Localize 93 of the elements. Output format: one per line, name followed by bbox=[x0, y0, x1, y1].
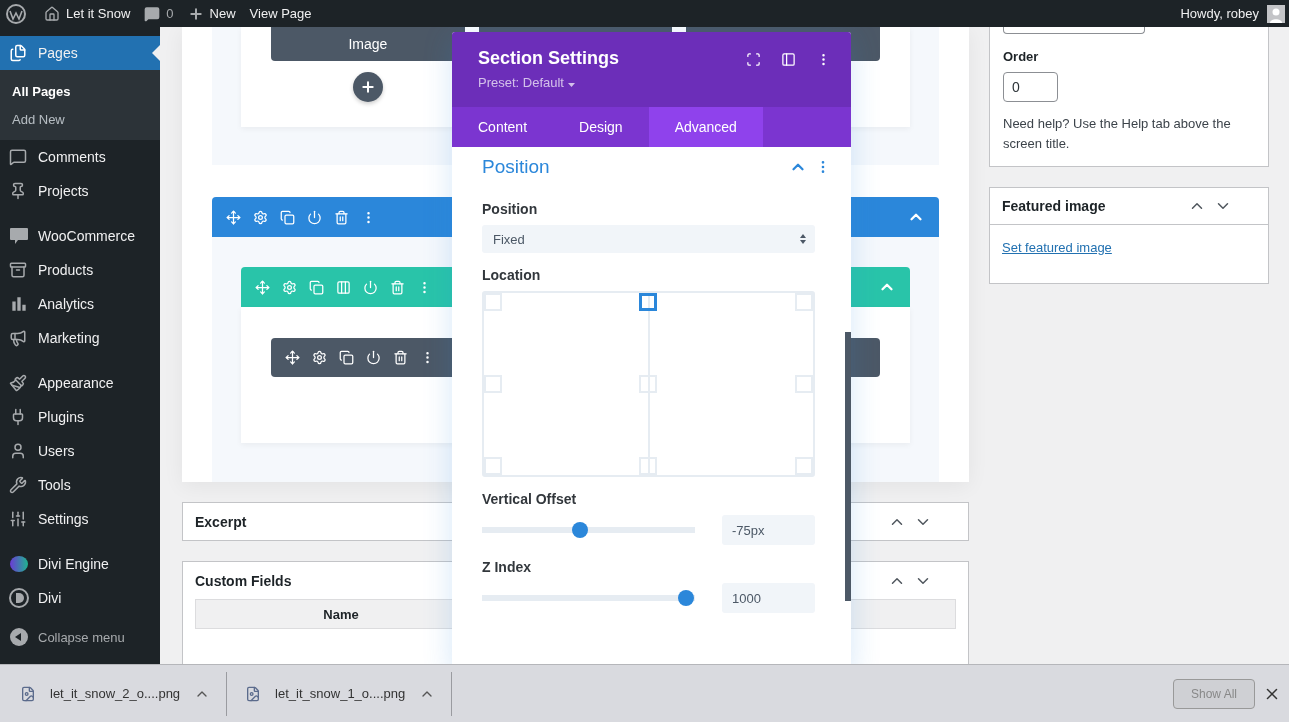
submenu-item[interactable]: All Pages bbox=[0, 77, 160, 105]
sidebar-item[interactable]: Projects bbox=[0, 174, 160, 208]
file-icon bbox=[20, 685, 36, 702]
power-icon bbox=[363, 279, 378, 295]
comment-count[interactable]: 0 bbox=[166, 6, 174, 21]
sidebar-item[interactable]: Analytics bbox=[0, 287, 160, 321]
trash-icon bbox=[334, 209, 349, 225]
view-page-link[interactable]: View Page bbox=[249, 6, 312, 21]
duplicate-icon bbox=[339, 350, 354, 365]
slider-thumb[interactable] bbox=[678, 590, 695, 606]
sidebar-item[interactable]: WooCommerce bbox=[0, 219, 160, 253]
settings-icon bbox=[312, 350, 327, 365]
column-header: Name bbox=[322, 606, 360, 624]
megaphone-icon bbox=[9, 329, 27, 347]
new-link[interactable]: New bbox=[209, 6, 236, 21]
trash-icon bbox=[393, 350, 408, 365]
bubble-icon bbox=[9, 227, 29, 245]
speech-bubble-icon[interactable] bbox=[144, 5, 161, 22]
add-module-button[interactable] bbox=[352, 72, 383, 102]
collapse-icon bbox=[9, 627, 29, 647]
tab[interactable]: Advanced bbox=[648, 107, 763, 147]
section-title[interactable]: Position bbox=[482, 156, 789, 178]
set-featured-image-link[interactable]: Set featured image bbox=[1002, 240, 1112, 255]
value-field[interactable]: -75px bbox=[722, 515, 815, 545]
pin-icon bbox=[9, 182, 27, 200]
metabox-title: Featured image bbox=[1002, 198, 1106, 214]
duplicate-icon bbox=[280, 209, 295, 225]
field-label: Location bbox=[482, 267, 542, 283]
sidebar-item[interactable]: Plugins bbox=[0, 400, 160, 434]
archive-box-icon bbox=[9, 261, 27, 279]
sidebar-item[interactable]: Settings bbox=[0, 502, 160, 536]
fullscreen-icon[interactable] bbox=[746, 52, 761, 67]
user-icon bbox=[9, 442, 27, 460]
updown-icon bbox=[797, 233, 809, 245]
slider-thumb[interactable] bbox=[571, 522, 588, 538]
submenu-item[interactable]: Add New bbox=[0, 105, 160, 133]
field-label: Position bbox=[482, 201, 539, 217]
sidebar-item[interactable]: Divi bbox=[0, 581, 160, 615]
settings-icon bbox=[282, 279, 297, 295]
bar-chart-icon bbox=[9, 294, 29, 314]
tab[interactable]: Design bbox=[553, 107, 649, 147]
home-icon[interactable] bbox=[44, 5, 60, 22]
gradient-circle-icon bbox=[9, 555, 29, 573]
tab[interactable]: Content bbox=[452, 107, 554, 147]
circle-logo-icon[interactable] bbox=[6, 3, 26, 24]
sidebar-item[interactable]: Comments bbox=[0, 140, 160, 174]
sidebar-item[interactable]: Products bbox=[0, 253, 160, 287]
sidebar-item[interactable]: Pages bbox=[0, 36, 160, 70]
text-field[interactable] bbox=[1003, 27, 1145, 34]
position-select[interactable]: Fixed bbox=[482, 225, 815, 253]
value-field[interactable]: 1000 bbox=[722, 583, 815, 613]
field-label: Vertical Offset bbox=[482, 491, 578, 507]
modal-title: Section Settings bbox=[478, 48, 621, 69]
metabox-title: Excerpt bbox=[195, 513, 247, 530]
order-field[interactable]: 0 bbox=[1003, 72, 1058, 102]
columns-icon bbox=[336, 279, 351, 295]
sidebar-panel-icon[interactable] bbox=[781, 52, 796, 67]
settings-icon bbox=[253, 209, 268, 225]
site-link[interactable]: Let it Snow bbox=[66, 6, 131, 21]
paintbrush-icon bbox=[9, 374, 27, 392]
caret-icon bbox=[567, 83, 575, 87]
circle-logo-icon bbox=[9, 588, 29, 608]
file-icon bbox=[245, 685, 262, 702]
duplicate-icon bbox=[309, 279, 324, 295]
documents-icon bbox=[9, 44, 27, 62]
help-text: Need help? Use the Help tab above the screen title. bbox=[1003, 115, 1232, 153]
power-icon bbox=[366, 350, 381, 365]
download-item[interactable]: let_it_snow_1_o....png bbox=[275, 686, 406, 701]
greeting-link[interactable]: Howdy, robey bbox=[1180, 6, 1259, 21]
trash-icon bbox=[390, 279, 405, 295]
avatar-icon[interactable] bbox=[1267, 4, 1285, 23]
speech-bubble-icon bbox=[9, 148, 27, 166]
sidebar-item[interactable]: Divi Engine bbox=[0, 547, 160, 581]
sidebar-item[interactable]: Tools bbox=[0, 468, 160, 502]
move-icon bbox=[285, 350, 300, 365]
location-point[interactable] bbox=[639, 293, 658, 311]
move-icon bbox=[226, 209, 241, 225]
collapse-menu-button[interactable]: Collapse menu bbox=[0, 620, 160, 654]
plus-icon bbox=[359, 79, 376, 95]
sidebar-item[interactable]: Appearance bbox=[0, 366, 160, 400]
metabox-title: Custom Fields bbox=[195, 572, 292, 589]
download-item[interactable]: let_it_snow_2_o....png bbox=[50, 686, 181, 701]
power-icon bbox=[307, 209, 322, 225]
plus-icon[interactable] bbox=[187, 5, 204, 22]
wrench-icon bbox=[9, 476, 27, 494]
preset-dropdown[interactable]: Preset: Default bbox=[478, 75, 746, 90]
sidebar-item[interactable]: Users bbox=[0, 434, 160, 468]
sidebar-item[interactable]: Marketing bbox=[0, 321, 160, 355]
move-icon bbox=[255, 279, 270, 295]
sliders-icon bbox=[9, 510, 27, 528]
field-label: Order bbox=[1003, 49, 1040, 64]
module-bar[interactable]: Image bbox=[271, 27, 465, 61]
field-label: Z Index bbox=[482, 559, 532, 575]
